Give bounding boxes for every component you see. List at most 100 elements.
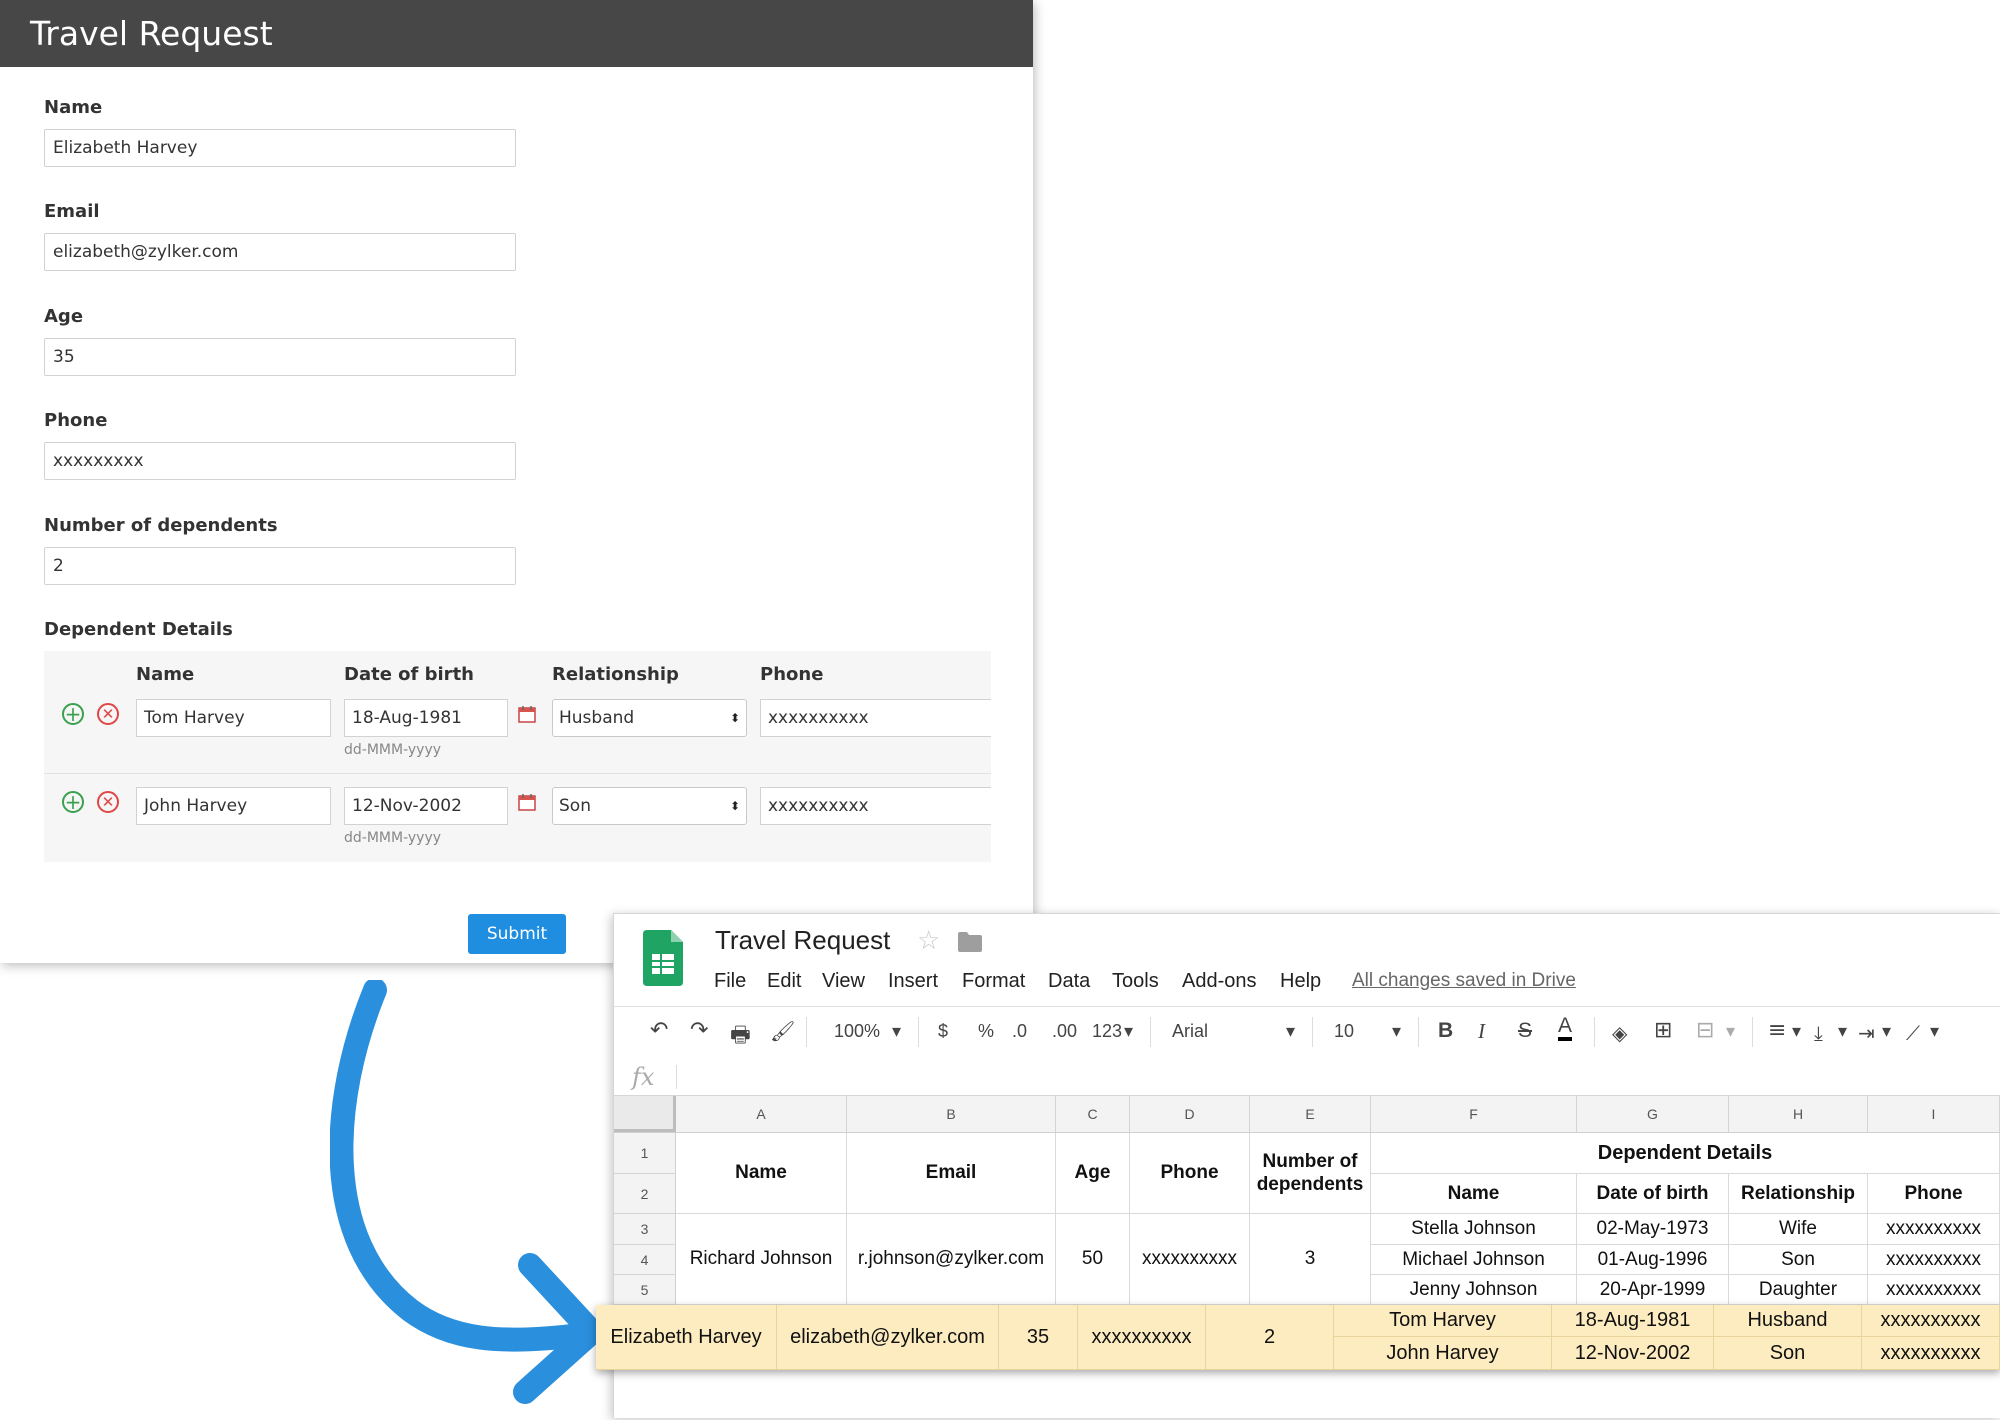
chevron-down-icon[interactable]: ▾ xyxy=(1286,1021,1295,1042)
header-cell-dependent-name[interactable]: Name xyxy=(1371,1174,1577,1214)
relationship-select[interactable]: Husband ⬍ xyxy=(552,699,747,737)
strikethrough-button[interactable]: S xyxy=(1518,1019,1532,1043)
cell-record-email[interactable]: r.johnson@zylker.com xyxy=(847,1214,1056,1305)
name-input[interactable]: Elizabeth Harvey xyxy=(44,129,516,167)
formula-bar[interactable]: fx xyxy=(614,1059,2000,1096)
text-color-button[interactable]: A xyxy=(1558,1015,1573,1041)
text-rotation-icon[interactable]: ⟋ xyxy=(1906,1021,1920,1045)
menu-format[interactable]: Format xyxy=(962,970,1025,993)
column-header-b[interactable]: B xyxy=(847,1096,1056,1132)
currency-format-button[interactable]: $ xyxy=(938,1021,948,1042)
cell-record-email[interactable]: elizabeth@zylker.com xyxy=(777,1305,999,1370)
column-header-c[interactable]: C xyxy=(1056,1096,1130,1132)
cell-dependent-relationship[interactable]: Daughter xyxy=(1729,1275,1868,1305)
bold-button[interactable]: B xyxy=(1438,1019,1453,1043)
number-format-button[interactable]: 123 xyxy=(1092,1021,1122,1042)
row-header-2[interactable]: 2 xyxy=(614,1174,676,1214)
chevron-down-icon[interactable]: ▾ xyxy=(1124,1021,1133,1042)
dependent-phone-input[interactable]: xxxxxxxxxx xyxy=(760,787,991,825)
dependent-name-input[interactable]: John Harvey xyxy=(136,787,331,825)
relationship-select[interactable]: Son ⬍ xyxy=(552,787,747,825)
borders-icon[interactable]: ⊞ xyxy=(1654,1018,1672,1043)
cell-record-age[interactable]: 35 xyxy=(999,1305,1078,1370)
cell-record-age[interactable]: 50 xyxy=(1056,1214,1130,1305)
calendar-icon[interactable] xyxy=(518,793,536,811)
menu-file[interactable]: File xyxy=(714,970,746,993)
chevron-down-icon[interactable]: ▾ xyxy=(1726,1021,1735,1042)
column-header-g[interactable]: G xyxy=(1577,1096,1729,1132)
cell-dependent-name[interactable]: Jenny Johnson xyxy=(1371,1275,1577,1305)
header-cell-phone[interactable]: Phone xyxy=(1130,1133,1250,1214)
font-family-select[interactable]: Arial xyxy=(1172,1021,1208,1042)
cell-dependent-phone[interactable]: xxxxxxxxxx xyxy=(1868,1245,2000,1275)
cell-dependent-phone[interactable]: xxxxxxxxxx xyxy=(1868,1275,2000,1305)
dependent-name-input[interactable]: Tom Harvey xyxy=(136,699,331,737)
column-header-a[interactable]: A xyxy=(676,1096,847,1132)
merge-cells-icon[interactable]: ⊟ xyxy=(1696,1018,1714,1043)
chevron-down-icon[interactable]: ▾ xyxy=(1838,1021,1847,1042)
text-wrap-icon[interactable]: ⇥ xyxy=(1858,1021,1875,1045)
age-input[interactable]: 35 xyxy=(44,338,516,376)
column-header-h[interactable]: H xyxy=(1729,1096,1868,1132)
header-cell-dependent-dob[interactable]: Date of birth xyxy=(1577,1174,1729,1214)
submit-button[interactable]: Submit xyxy=(468,914,566,954)
cell-dependent-relationship[interactable]: Wife xyxy=(1729,1214,1868,1245)
add-row-icon[interactable]: + xyxy=(62,791,84,813)
chevron-down-icon[interactable]: ▾ xyxy=(1930,1021,1939,1042)
column-header-i[interactable]: I xyxy=(1868,1096,2000,1132)
header-cell-email[interactable]: Email xyxy=(847,1133,1056,1214)
undo-icon[interactable]: ↶ xyxy=(650,1018,668,1043)
menu-add-ons[interactable]: Add-ons xyxy=(1182,970,1257,993)
italic-button[interactable]: I xyxy=(1478,1019,1485,1044)
header-cell-dependent-phone[interactable]: Phone xyxy=(1868,1174,2000,1214)
row-header-1[interactable]: 1 xyxy=(614,1133,676,1174)
cell-record-phone[interactable]: xxxxxxxxxx xyxy=(1078,1305,1206,1370)
phone-input[interactable]: xxxxxxxxx xyxy=(44,442,516,480)
calendar-icon[interactable] xyxy=(518,705,536,723)
dependent-dob-input[interactable]: 18-Aug-1981 xyxy=(344,699,508,737)
folder-icon[interactable] xyxy=(958,932,982,952)
save-status-link[interactable]: All changes saved in Drive xyxy=(1352,970,1576,992)
select-all-corner[interactable] xyxy=(614,1096,676,1132)
column-header-d[interactable]: D xyxy=(1130,1096,1250,1132)
email-input[interactable]: elizabeth@zylker.com xyxy=(44,233,516,271)
column-header-f[interactable]: F xyxy=(1371,1096,1577,1132)
cell-dependent-relationship[interactable]: Son xyxy=(1714,1337,1862,1370)
menu-data[interactable]: Data xyxy=(1048,970,1090,993)
menu-edit[interactable]: Edit xyxy=(767,970,801,993)
menu-insert[interactable]: Insert xyxy=(888,970,938,993)
cell-record-phone[interactable]: xxxxxxxxxx xyxy=(1130,1214,1250,1305)
remove-row-icon[interactable]: ✕ xyxy=(97,703,119,725)
cell-dependent-dob[interactable]: 12-Nov-2002 xyxy=(1552,1337,1714,1370)
menu-view[interactable]: View xyxy=(822,970,865,993)
header-cell-age[interactable]: Age xyxy=(1056,1133,1130,1214)
print-icon[interactable]: 🖶 xyxy=(730,1018,751,1056)
dependent-phone-input[interactable]: xxxxxxxxxx xyxy=(760,699,991,737)
cell-record-num-dependents[interactable]: 2 xyxy=(1206,1305,1334,1370)
dependents-count-input[interactable]: 2 xyxy=(44,547,516,585)
redo-icon[interactable]: ↷ xyxy=(690,1018,708,1043)
cell-dependent-relationship[interactable]: Husband xyxy=(1714,1305,1862,1337)
vertical-align-icon[interactable]: ⤓ xyxy=(1814,1021,1823,1045)
cell-record-name[interactable]: Richard Johnson xyxy=(676,1214,847,1305)
cell-record-num-dependents[interactable]: 3 xyxy=(1250,1214,1371,1305)
row-header-5[interactable]: 5 xyxy=(614,1275,676,1305)
row-header-3[interactable]: 3 xyxy=(614,1214,676,1245)
cell-dependent-name[interactable]: John Harvey xyxy=(1334,1337,1552,1370)
cell-dependent-dob[interactable]: 18-Aug-1981 xyxy=(1552,1305,1714,1337)
chevron-down-icon[interactable]: ▾ xyxy=(1392,1021,1401,1042)
fill-color-icon[interactable]: ◈ xyxy=(1612,1021,1627,1045)
decrease-decimal-button[interactable]: .0 xyxy=(1012,1021,1027,1042)
menu-help[interactable]: Help xyxy=(1280,970,1321,993)
cell-dependent-phone[interactable]: xxxxxxxxxx xyxy=(1868,1214,2000,1245)
percent-format-button[interactable]: % xyxy=(978,1021,994,1042)
cell-dependent-name[interactable]: Stella Johnson xyxy=(1371,1214,1577,1245)
cell-dependent-phone[interactable]: xxxxxxxxxx xyxy=(1862,1305,2000,1337)
zoom-select[interactable]: 100% xyxy=(834,1021,880,1042)
cell-dependent-name[interactable]: Tom Harvey xyxy=(1334,1305,1552,1337)
cell-dependent-phone[interactable]: xxxxxxxxxx xyxy=(1862,1337,2000,1370)
add-row-icon[interactable]: + xyxy=(62,703,84,725)
chevron-down-icon[interactable]: ▾ xyxy=(1882,1021,1891,1042)
column-header-e[interactable]: E xyxy=(1250,1096,1371,1132)
chevron-down-icon[interactable]: ▾ xyxy=(1792,1021,1801,1042)
